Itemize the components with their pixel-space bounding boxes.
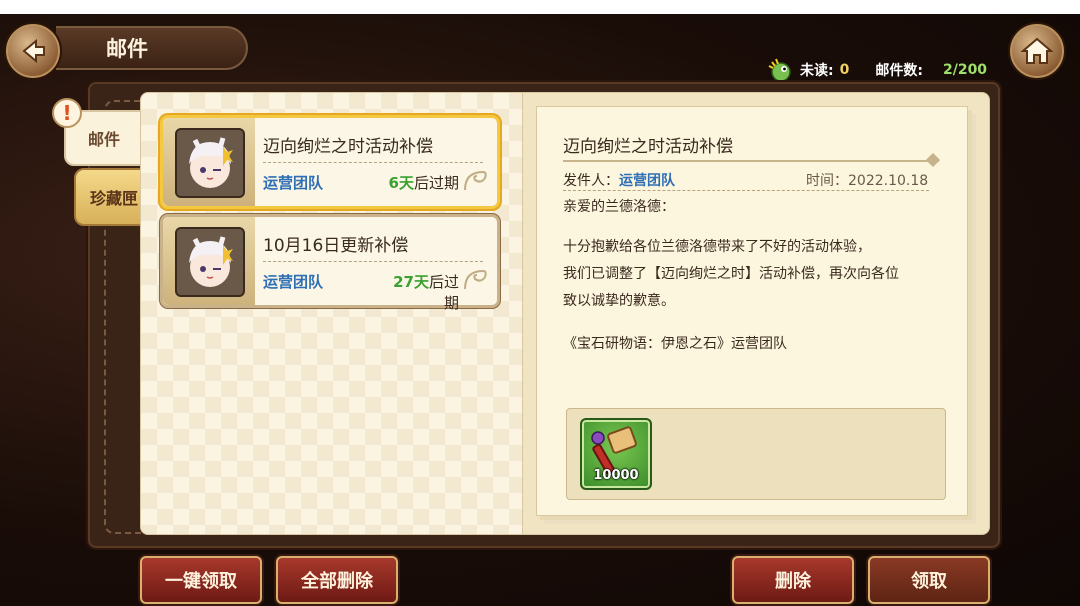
mail-avatar-frame [163, 217, 255, 305]
detail-title-rule [563, 160, 939, 162]
detail-body-line: 我们已调整了【迈向绚烂之时】活动补偿，再次向各位 [563, 266, 899, 282]
page-title: 邮件 [106, 37, 148, 61]
delete-all-button[interactable]: 全部删除 [276, 556, 398, 604]
mail-sender: 运营团队 [263, 273, 324, 291]
detail-title: 迈向绚烂之时活动补偿 [563, 137, 733, 157]
avatar [175, 128, 245, 198]
detail-sender-name: 运营团队 [619, 173, 675, 189]
detail-sender: 发件人：运营团队 [563, 170, 675, 190]
tab-mail-label: 邮件 [87, 130, 120, 149]
claim-button[interactable]: 领取 [868, 556, 990, 604]
mail-expire-days: 6天 [388, 174, 414, 192]
mail-expire: 27天后过期 [383, 271, 459, 313]
delete-button[interactable]: 删除 [732, 556, 854, 604]
mail-title: 迈向绚烂之时活动补偿 [263, 137, 433, 157]
unread-label: 未读: [800, 63, 834, 79]
arrow-left-icon [22, 38, 45, 64]
claim-all-button[interactable]: 一键领取 [140, 556, 262, 604]
swirl-ornament-icon [464, 170, 487, 191]
mail-expire-days: 27天 [393, 273, 429, 291]
detail-signature: 《宝石研物语：伊恩之石》运营团队 [563, 336, 787, 352]
mail-avatar-frame [163, 118, 255, 206]
title-plate [56, 26, 248, 70]
top-strip [0, 0, 1080, 14]
mail-sender: 运营团队 [263, 174, 324, 192]
mail-expire-suffix: 后过期 [413, 174, 459, 192]
home-button[interactable] [1008, 22, 1066, 80]
character-avatar-icon [177, 130, 243, 196]
detail-divider [563, 190, 929, 191]
mail-expire-suffix: 后过期 [428, 273, 459, 312]
mail-count-label: 邮件数: [875, 63, 923, 79]
mail-title: 10月16日更新补偿 [263, 236, 409, 256]
detail-body-line: 十分抱歉给各位兰德洛德带来了不好的活动体验， [563, 239, 871, 255]
detail-sender-label: 发件人： [563, 173, 619, 189]
mail-item[interactable]: 10月16日更新补偿 运营团队 27天后过期 [160, 214, 500, 312]
mail-item-selected[interactable]: 迈向绚烂之时活动补偿 运营团队 6天后过期 [160, 115, 500, 209]
home-icon [1021, 37, 1053, 64]
back-button[interactable] [4, 22, 62, 80]
unread-count: 0 [839, 62, 850, 78]
mail-status: 未读: 0 邮件数: 2/200 [768, 58, 987, 82]
avatar [175, 227, 245, 297]
mail-expire: 6天后过期 [383, 172, 459, 193]
exclamation-icon: ! [52, 98, 82, 128]
detail-time: 时间：2022.10.18 [806, 173, 929, 189]
character-avatar-icon [177, 229, 243, 295]
swirl-ornament-icon [464, 269, 487, 290]
mail-divider [263, 261, 483, 262]
mail-count: 2/200 [942, 62, 988, 78]
tab-treasure-label: 珍藏匣 [89, 189, 138, 208]
attachment-count: 10000 [593, 468, 639, 483]
mail-divider [263, 162, 483, 163]
detail-body-line: 致以诚挚的歉意。 [563, 293, 675, 309]
detail-greeting: 亲爱的兰德洛德： [563, 199, 675, 215]
